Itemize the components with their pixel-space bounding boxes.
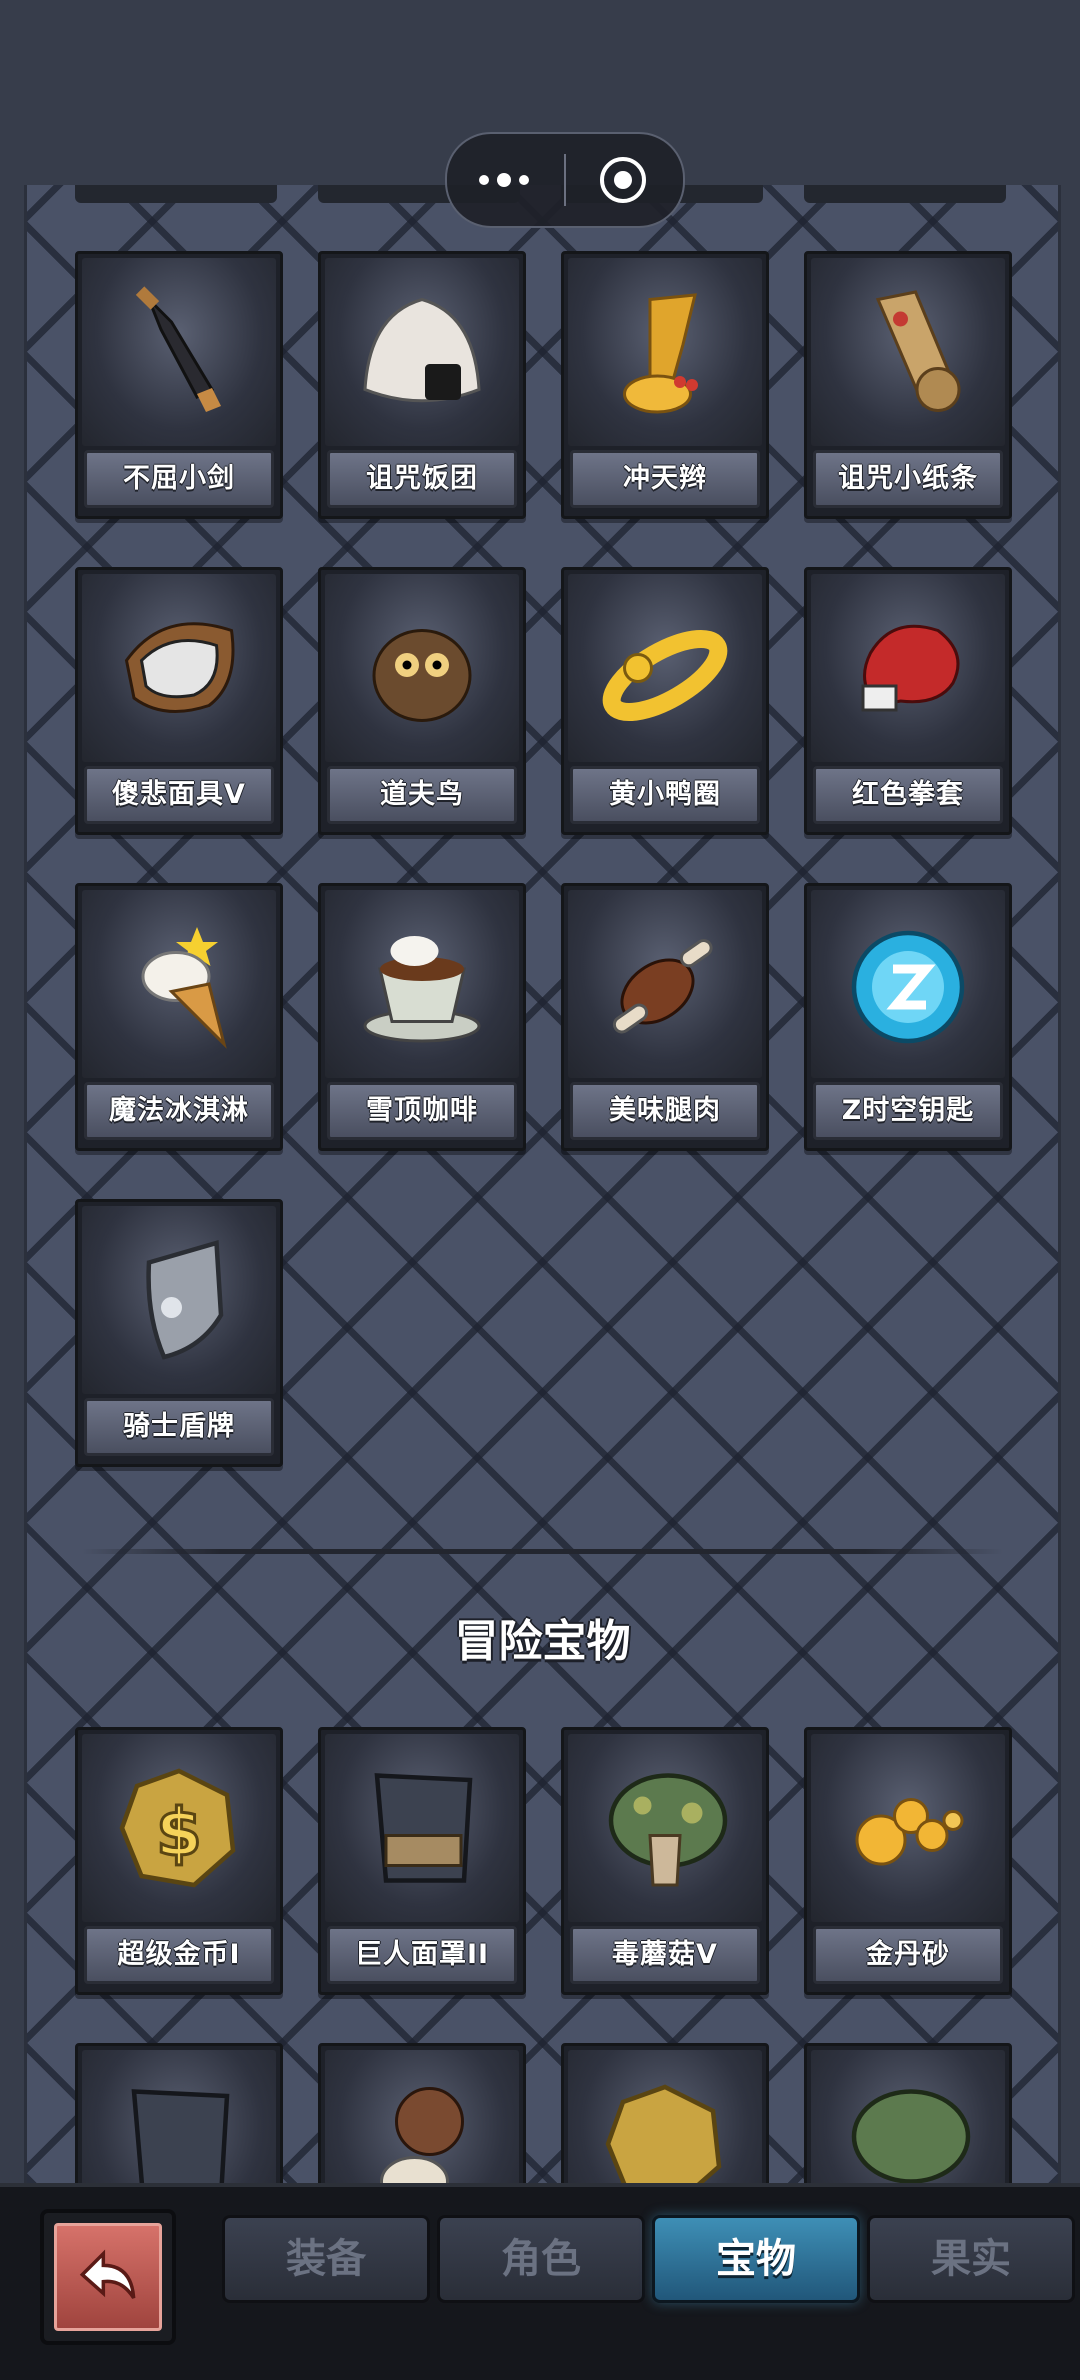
giant-mask-icon [82, 2050, 276, 2183]
item-label: 魔法冰淇淋 [84, 1082, 274, 1140]
rice-ball-icon [325, 258, 519, 446]
poison-mushroom-icon [811, 2050, 1005, 2183]
scroll-icon [811, 258, 1005, 446]
return-arrow-icon [54, 2223, 162, 2331]
owl-icon [325, 574, 519, 762]
gold-coin-icon [568, 2050, 762, 2183]
gold-coin-icon: $ [82, 1734, 276, 1922]
item-label: 黄小鸭圈 [570, 766, 760, 824]
target-circle-icon[interactable] [597, 154, 649, 206]
item-label: 美味腿肉 [570, 1082, 760, 1140]
item-label: 冲天辫 [570, 450, 760, 508]
more-dots-icon[interactable] [479, 156, 535, 202]
miniprogram-capsule [445, 132, 685, 228]
back-button[interactable] [40, 2209, 176, 2345]
poison-mushroom-icon [568, 1734, 762, 1922]
item-card-poison-mushroom[interactable]: 毒蘑菇V [561, 1727, 769, 1995]
item-label: 雪顶咖啡 [327, 1082, 517, 1140]
item-label: 不屈小剑 [84, 450, 274, 508]
item-card-rice-ball[interactable]: 诅咒饭团 [318, 251, 526, 519]
item-card-partial[interactable] [318, 2043, 526, 2183]
item-card-partial[interactable] [804, 2043, 1012, 2183]
tab-character[interactable]: 角色 [437, 2215, 645, 2303]
swim-ring-icon [568, 574, 762, 762]
treasure-panel: 不屈小剑 诅咒饭团 冲天辫 诅咒小纸条 傻悲面具V 道夫鸟 黄小鸭圈 红色拳套 … [24, 185, 1061, 2183]
item-label: 诅咒饭团 [327, 450, 517, 508]
ice-cream-icon [82, 890, 276, 1078]
sword-icon [82, 258, 276, 446]
section-title: 冒险宝物 [454, 1616, 631, 1667]
item-card-z-key[interactable]: Z时空钥匙 [804, 883, 1012, 1151]
item-label: 超级金币I [84, 1926, 274, 1984]
giant-mask-icon [325, 1734, 519, 1922]
z-orb-icon [811, 890, 1005, 1078]
item-card-gold-coin[interactable]: $ 超级金币I [75, 1727, 283, 1995]
item-card-partial[interactable] [75, 2043, 283, 2183]
tab-fruit[interactable]: 果实 [867, 2215, 1075, 2303]
item-card-scroll[interactable]: 诅咒小纸条 [804, 251, 1012, 519]
golden-pills-icon [811, 1734, 1005, 1922]
item-card-giant-mask[interactable]: 巨人面罩II [318, 1727, 526, 1995]
boxing-glove-icon [811, 574, 1005, 762]
item-label: 骑士盾牌 [84, 1398, 274, 1456]
item-card-meat[interactable]: 美味腿肉 [561, 883, 769, 1151]
item-label: 傻悲面具V [84, 766, 274, 824]
item-card-boxing-glove[interactable]: 红色拳套 [804, 567, 1012, 835]
item-label: 毒蘑菇V [570, 1926, 760, 1984]
item-card-golden-pills[interactable]: 金丹砂 [804, 1727, 1012, 1995]
item-card-swim-ring[interactable]: 黄小鸭圈 [561, 567, 769, 835]
item-label: 巨人面罩II [327, 1926, 517, 1984]
bottom-nav: 装备 角色 宝物 果实 [0, 2183, 1080, 2380]
item-card-knight-shield[interactable]: 骑士盾牌 [75, 1199, 283, 1467]
hair-tuft-icon [568, 258, 762, 446]
meat-leg-icon [568, 890, 762, 1078]
mask-icon [82, 574, 276, 762]
svg-text:$: $ [156, 1794, 202, 1871]
item-label: 红色拳套 [813, 766, 1003, 824]
item-label: 金丹砂 [813, 1926, 1003, 1984]
item-card-sword[interactable]: 不屈小剑 [75, 251, 283, 519]
item-label: 诅咒小纸条 [813, 450, 1003, 508]
tab-equipment[interactable]: 装备 [222, 2215, 430, 2303]
coffee-cup-icon [325, 890, 519, 1078]
capsule-separator [564, 154, 566, 206]
tab-treasure[interactable]: 宝物 [652, 2215, 860, 2303]
item-card-hair-tuft[interactable]: 冲天辫 [561, 251, 769, 519]
section-divider [82, 1549, 1003, 1554]
knight-shield-icon [82, 1206, 276, 1394]
item-card-owl[interactable]: 道夫鸟 [318, 567, 526, 835]
doll-icon [325, 2050, 519, 2183]
item-card-ice-cream[interactable]: 魔法冰淇淋 [75, 883, 283, 1151]
item-card-coffee[interactable]: 雪顶咖啡 [318, 883, 526, 1151]
item-label: Z时空钥匙 [813, 1082, 1003, 1140]
item-label: 道夫鸟 [327, 766, 517, 824]
item-card-mask[interactable]: 傻悲面具V [75, 567, 283, 835]
item-card-partial[interactable] [561, 2043, 769, 2183]
